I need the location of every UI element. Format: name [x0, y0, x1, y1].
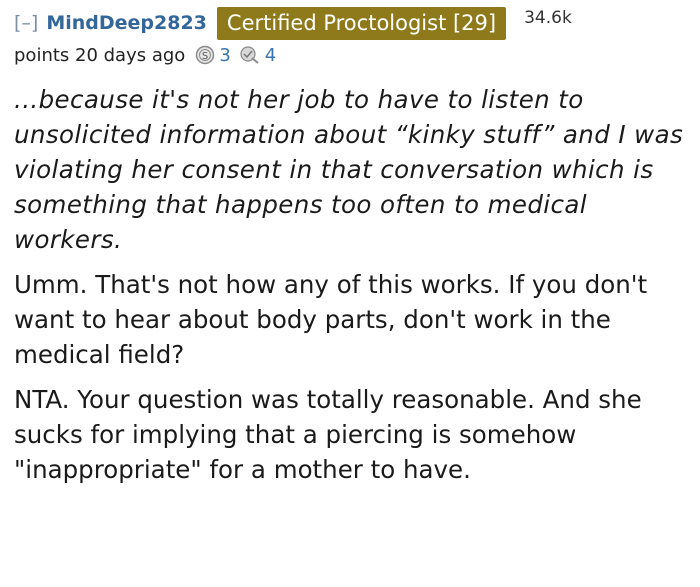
- score-value: 34.6k: [524, 8, 572, 28]
- collapse-toggle[interactable]: [–]: [14, 12, 38, 34]
- award-silver[interactable]: S 3: [195, 44, 231, 66]
- timestamp: points 20 days ago: [14, 44, 186, 66]
- award-count: 4: [264, 44, 277, 66]
- author-link[interactable]: MindDeep2823: [46, 12, 207, 34]
- comment-header: [–] MindDeep2823 Certified Proctologist …: [14, 6, 690, 40]
- comment-body: ...because it's not her job to have to l…: [14, 82, 690, 487]
- comment-paragraph: Umm. That's not how any of this works. I…: [14, 270, 648, 369]
- svg-text:S: S: [202, 51, 208, 62]
- helpful-award-icon: [240, 46, 259, 64]
- award-count: 3: [219, 44, 231, 66]
- quoted-text: ...because it's not her job to have to l…: [14, 85, 684, 254]
- comment-paragraph: NTA. Your question was totally reasonabl…: [14, 385, 642, 484]
- silver-award-icon: S: [196, 45, 215, 65]
- comment-meta: points 20 days ago S 3 4: [14, 40, 690, 70]
- comment: [–] MindDeep2823 Certified Proctologist …: [0, 0, 700, 587]
- award-helpful[interactable]: 4: [239, 45, 276, 66]
- user-flair: Certified Proctologist [29]: [216, 6, 507, 40]
